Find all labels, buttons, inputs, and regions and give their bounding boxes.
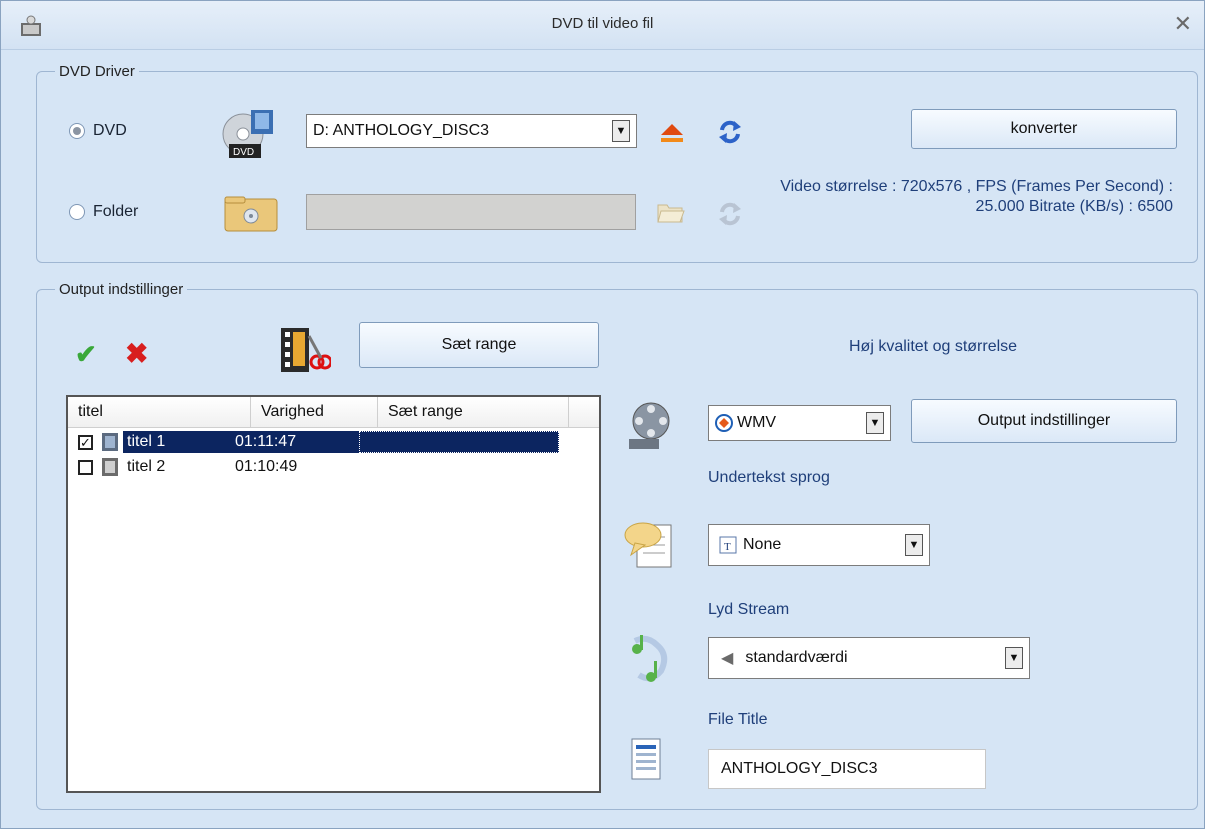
column-header-varighed[interactable]: Varighed [251, 397, 378, 427]
row-duration-cell: 01:10:49 [235, 458, 298, 475]
row-range-cell [359, 431, 559, 453]
dvd-driver-legend: DVD Driver [59, 63, 135, 80]
file-title-label: File Title [708, 711, 768, 728]
music-note-icon [632, 635, 668, 682]
drive-select-value: D: ANTHOLOGY_DISC3 [313, 122, 490, 139]
check-all-icon[interactable]: ✔ [75, 339, 97, 370]
output-settings-legend: Output indstillinger [59, 281, 184, 298]
radio-folder-label: Folder [93, 203, 139, 220]
radio-dvd[interactable]: DVD [69, 122, 127, 140]
dropdown-arrow-icon[interactable]: ▼ [612, 120, 630, 142]
row-checkbox[interactable] [78, 459, 93, 475]
svg-text:DVD: DVD [233, 147, 254, 158]
radio-folder[interactable]: Folder [69, 203, 138, 221]
convert-button[interactable]: konverter [911, 109, 1177, 149]
radio-dot-icon [69, 123, 85, 139]
open-folder-icon[interactable] [656, 199, 686, 225]
subtitle-speech-icon [624, 522, 672, 568]
audio-stream-select[interactable]: ◀ standardværdi ▼ [708, 637, 1030, 679]
set-range-button[interactable]: Sæt range [359, 322, 599, 368]
column-header-saet-range[interactable]: Sæt range [378, 397, 569, 427]
format-select[interactable]: WMV ▼ [708, 405, 891, 441]
output-settings-button[interactable]: Output indstillinger [911, 399, 1177, 443]
eject-icon[interactable] [659, 121, 685, 145]
film-icon [102, 458, 118, 476]
dropdown-arrow-icon[interactable]: ▼ [1005, 647, 1023, 669]
title-bar: DVD til video fil ✕ [1, 1, 1204, 50]
row-duration-cell: 01:11:47 [231, 431, 359, 453]
table-row[interactable]: ✓ titel 1 01:11:47 [78, 430, 564, 454]
folder-browse-icon[interactable] [223, 195, 279, 233]
row-checkbox[interactable]: ✓ [78, 434, 93, 450]
titles-list[interactable]: titel Varighed Sæt range ✓ titel 1 01:11… [66, 395, 601, 793]
window-title: DVD til video fil [551, 15, 654, 32]
dropdown-arrow-icon[interactable]: ▼ [866, 412, 884, 434]
close-icon[interactable]: ✕ [1174, 11, 1192, 37]
text-document-icon: T [719, 536, 737, 554]
svg-text:T: T [724, 541, 731, 553]
subtitle-label: Undertekst sprog [708, 469, 830, 486]
main-window: DVD til video fil ✕ DVD Driver DVD DVD D… [0, 0, 1205, 829]
file-document-icon [631, 738, 661, 780]
table-row[interactable]: titel 2 01:10:49 [78, 455, 359, 479]
speaker-icon: ◀ [721, 650, 734, 667]
audio-stream-label: Lyd Stream [708, 601, 790, 618]
file-title-input[interactable]: ANTHOLOGY_DISC3 [708, 749, 986, 789]
format-select-value: WMV [737, 414, 777, 431]
column-header-filler [569, 397, 599, 427]
film-cut-icon [281, 328, 331, 372]
folder-path-input[interactable] [306, 194, 636, 230]
titles-list-header: titel Varighed Sæt range [68, 397, 599, 428]
wmv-icon [715, 414, 733, 432]
video-info-text: Video størrelse : 720x576 , FPS (Frames … [780, 178, 1173, 215]
radio-dot-icon [69, 204, 85, 220]
subtitle-select-value: None [743, 536, 782, 553]
quality-text: Høj kvalitet og størrelse [849, 338, 1018, 355]
dvd-disc-icon: DVD [222, 110, 273, 158]
dropdown-arrow-icon[interactable]: ▼ [905, 534, 923, 556]
radio-dvd-label: DVD [93, 122, 127, 139]
refresh-icon[interactable] [717, 119, 743, 145]
drive-select[interactable]: D: ANTHOLOGY_DISC3 ▼ [306, 114, 637, 148]
row-title-cell: titel 2 [127, 458, 166, 475]
subtitle-select[interactable]: T None ▼ [708, 524, 930, 566]
uncheck-all-icon[interactable]: ✖ [125, 337, 148, 370]
audio-stream-select-value: standardværdi [745, 649, 848, 666]
film-reel-icon [629, 402, 670, 449]
film-icon [102, 433, 118, 451]
dvd-driver-group: DVD Driver [36, 63, 1198, 263]
refresh-disabled-icon[interactable] [717, 201, 743, 227]
column-header-titel[interactable]: titel [68, 397, 251, 427]
row-title-cell: titel 1 [123, 431, 231, 453]
